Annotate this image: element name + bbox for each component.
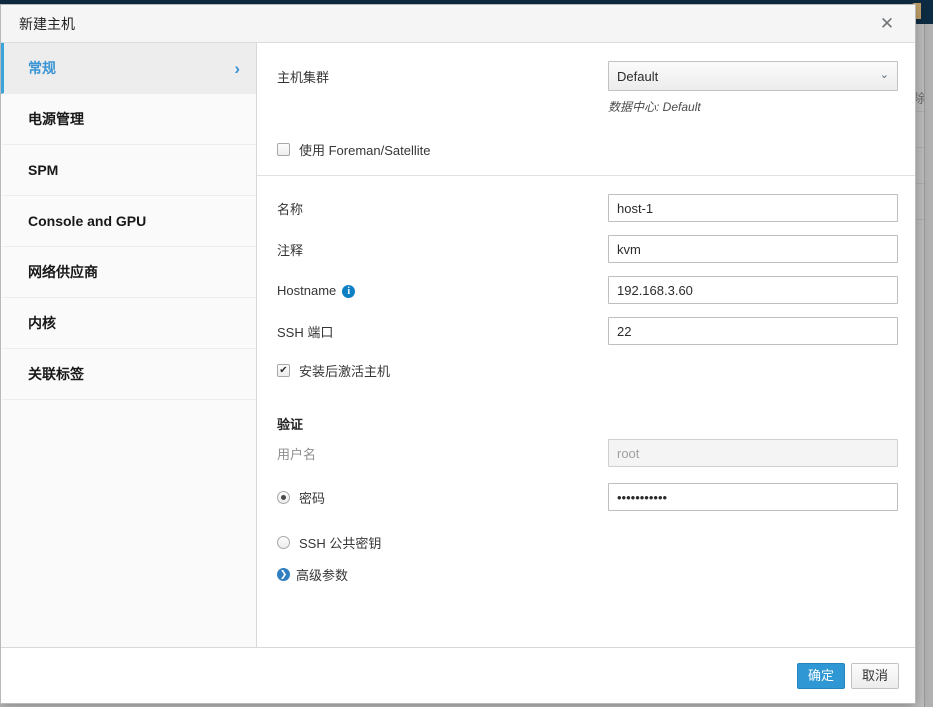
dialog-title: 新建主机 [19,15,75,32]
datacenter-hint: 数据中心: Default [608,100,701,114]
cluster-hint-row: 数据中心: Default [277,91,891,115]
password-row: 密码 [277,483,898,511]
hostname-input[interactable] [608,276,898,304]
cancel-button[interactable]: 取消 [850,662,899,689]
password-label: 密码 [299,490,326,506]
ssh-port-input[interactable] [608,317,898,345]
new-host-dialog: 新建主机 ✕ 常规 › 电源管理 › SPM › Console and GPU… [0,4,916,704]
sidebar-item-power-management[interactable]: 电源管理 › [1,94,256,145]
close-icon[interactable]: ✕ [869,5,905,42]
authentication-section: 验证 用户名 密码 [277,414,898,584]
comment-input[interactable] [608,235,898,263]
password-radio-row[interactable]: 密码 [277,488,608,507]
identity-section: 名称 注释 Hostname i [257,176,915,584]
sidebar-item-label: 内核 [28,315,56,331]
activate-after-install-label: 安装后激活主机 [299,364,391,379]
sidebar-item-console-and-gpu[interactable]: Console and GPU › [1,196,256,247]
chevron-right-icon: › [234,58,240,78]
ok-button[interactable]: 确定 [796,662,845,689]
cluster-select[interactable]: Default [608,61,898,91]
activate-after-install-checkbox[interactable] [277,364,290,377]
cluster-section: 主机集群 Default ⌄ 数据中心: Default 使用 Foreman/… [257,43,915,175]
dialog-body: 常规 › 电源管理 › SPM › Console and GPU › 网络供应… [1,43,915,648]
name-label: 名称 [277,201,304,217]
comment-row: 注释 [277,235,898,263]
sidebar-item-label: 常规 [28,60,56,76]
sidebar-item-general[interactable]: 常规 › [1,43,256,94]
dialog-titlebar: 新建主机 ✕ [1,5,915,43]
username-input [608,439,898,467]
sidebar-item-spm[interactable]: SPM › [1,145,256,196]
ssh-port-label: SSH 端口 [277,324,334,340]
comment-label: 注释 [277,242,304,258]
hostname-label: Hostname i [277,283,608,298]
background-scrollbar[interactable] [924,24,933,707]
sidebar-item-label: SPM [28,162,59,178]
name-row: 名称 [277,194,898,222]
ssh-port-row: SSH 端口 [277,317,898,345]
sidebar-item-kernel[interactable]: 内核 › [1,298,256,349]
sidebar-item-affinity-labels[interactable]: 关联标签 › [1,349,256,400]
password-input[interactable] [608,483,898,511]
sidebar-item-label: Console and GPU [28,213,147,229]
dialog-footer: 确定 取消 [1,648,915,703]
advanced-parameters-label: 高级参数 [296,568,349,583]
sidebar-item-network-provider[interactable]: 网络供应商 › [1,247,256,298]
dialog-sidebar: 常规 › 电源管理 › SPM › Console and GPU › 网络供应… [1,43,257,647]
cluster-label: 主机集群 [277,69,330,85]
name-input[interactable] [608,194,898,222]
password-radio[interactable] [277,490,290,504]
ssh-key-label: SSH 公共密钥 [299,536,382,551]
sidebar-item-label: 电源管理 [28,111,84,127]
foreman-checkbox-row[interactable]: 使用 Foreman/Satellite [277,140,891,159]
advanced-parameters-expander[interactable]: ❯ 高级参数 [277,565,891,584]
sidebar-item-label: 关联标签 [28,366,84,382]
chevron-right-circle-icon: ❯ [277,568,290,581]
activate-after-install-row[interactable]: 安装后激活主机 [277,361,891,380]
ssh-key-radio[interactable] [277,536,290,549]
hostname-row: Hostname i [277,276,898,304]
general-tab-panel: 主机集群 Default ⌄ 数据中心: Default 使用 Foreman/… [257,43,915,647]
ssh-key-radio-row[interactable]: SSH 公共密钥 [277,533,891,552]
hostname-label-text: Hostname [277,282,337,298]
foreman-checkbox[interactable] [277,143,290,156]
username-label: 用户名 [277,446,317,462]
sidebar-item-label: 网络供应商 [28,264,98,280]
cluster-row: 主机集群 Default ⌄ [277,61,898,91]
authentication-title: 验证 [277,417,304,432]
foreman-label: 使用 Foreman/Satellite [299,143,431,158]
username-row: 用户名 [277,439,898,467]
info-icon[interactable]: i [342,284,356,298]
password-option-cell: 密码 [277,488,608,507]
